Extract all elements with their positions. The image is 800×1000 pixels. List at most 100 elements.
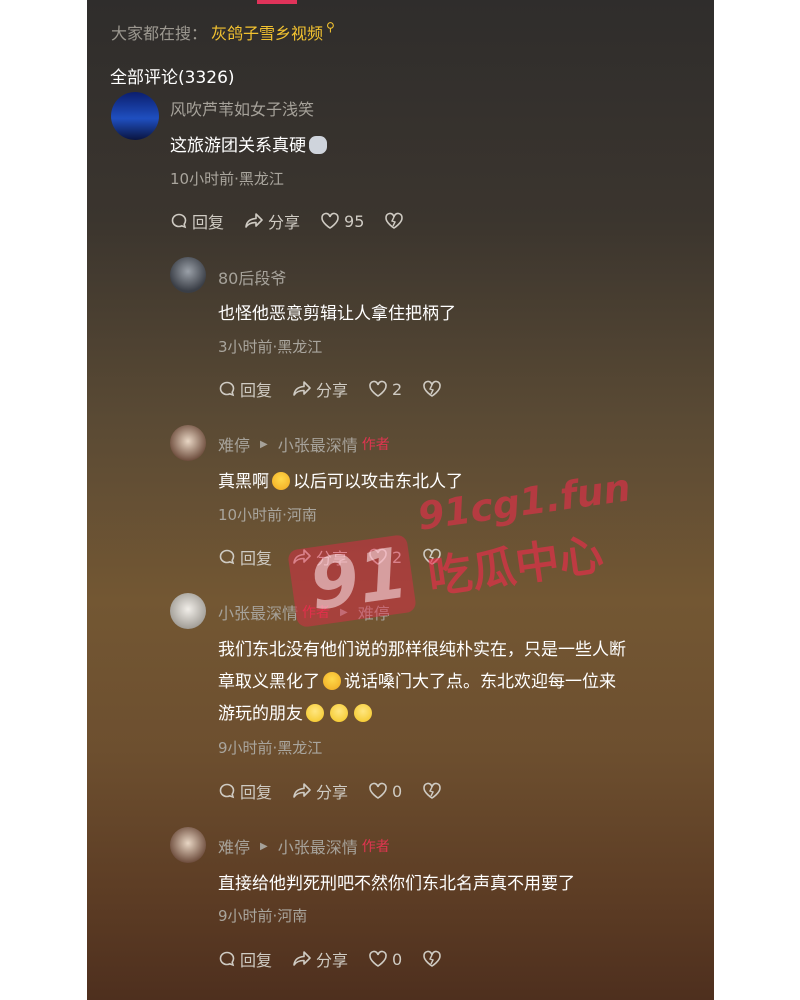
- dislike-button[interactable]: [422, 782, 446, 800]
- comment-text: 真黑啊 以后可以攻击东北人了: [218, 466, 698, 498]
- comment-text: 直接给他判死刑吧不然你们东北名声真不用要了: [218, 874, 575, 894]
- like-count: 95: [344, 211, 365, 231]
- author-name: 难停: [218, 838, 251, 857]
- comment-actions: 回复 分享 0: [218, 779, 466, 803]
- cat-emoji-icon: [309, 136, 327, 154]
- comment-author[interactable]: 难停 ▶ 小张最深情 作者: [218, 834, 390, 858]
- comment-body-part: 章取义黑化了: [218, 672, 320, 692]
- comment-actions: 回复 分享 2: [218, 545, 466, 569]
- comment-author[interactable]: 难停 ▶ 小张最深情 作者: [218, 432, 390, 456]
- comment-author[interactable]: 80后段爷: [218, 265, 286, 289]
- top-indicator: [257, 0, 297, 4]
- comment-line: 章取义黑化了 说话嗓门大了点。东北欢迎每一位来: [218, 666, 698, 698]
- like-count: 0: [392, 781, 403, 801]
- dislike-button[interactable]: [422, 548, 446, 566]
- search-keyword[interactable]: 灰鸽子雪乡视频: [211, 20, 323, 44]
- share-icon: [293, 549, 311, 564]
- share-icon: [293, 951, 311, 966]
- comment-meta: 10小时前·黑龙江: [170, 170, 284, 188]
- author-name: 难停: [218, 436, 251, 455]
- laughing-emoji-icon: [272, 472, 290, 490]
- search-suggestion[interactable]: 大家都在搜： 灰鸽子雪乡视频 ⚲: [111, 20, 335, 44]
- author-tag: 作者: [361, 839, 390, 855]
- search-prefix: 大家都在搜：: [111, 24, 208, 43]
- reply-button[interactable]: 回复: [218, 947, 272, 971]
- comment-author[interactable]: 小张最深情 作者 ▶ 难停: [218, 600, 390, 624]
- dislike-button[interactable]: [422, 380, 446, 398]
- share-label: 分享: [316, 381, 349, 400]
- share-icon: [245, 213, 263, 228]
- comment-actions: 回复 分享 95: [170, 209, 428, 233]
- chick-emoji-icon: [330, 704, 348, 722]
- search-icon: ⚲: [326, 20, 335, 34]
- share-label: 分享: [316, 549, 349, 568]
- reply-button[interactable]: 回复: [218, 779, 272, 803]
- author-name: 风吹芦苇如女子浅笑: [170, 100, 315, 119]
- comments-panel: 大家都在搜： 灰鸽子雪乡视频 ⚲ 全部评论(3326) 风吹芦苇如女子浅笑 这旅…: [87, 0, 714, 1000]
- share-button[interactable]: 分享: [244, 209, 300, 233]
- share-button[interactable]: 分享: [292, 545, 348, 569]
- avatar[interactable]: [170, 827, 206, 863]
- like-button[interactable]: 95: [320, 212, 364, 231]
- broken-heart-icon: [423, 548, 442, 565]
- author-tag: 作者: [361, 437, 390, 453]
- comment-line: 游玩的朋友: [218, 698, 698, 730]
- share-icon: [293, 783, 311, 798]
- comment-meta: 9小时前·河南: [218, 907, 308, 925]
- laughing-emoji-icon: [323, 672, 341, 690]
- share-button[interactable]: 分享: [292, 947, 348, 971]
- comment-body-part: 以后可以攻击东北人了: [293, 472, 463, 492]
- reply-icon: [219, 381, 235, 397]
- comment-author[interactable]: 风吹芦苇如女子浅笑: [170, 96, 314, 120]
- comment-actions: 回复 分享 0: [218, 947, 466, 971]
- share-button[interactable]: 分享: [292, 779, 348, 803]
- comment-body-part: 真黑啊: [218, 472, 269, 492]
- comment-body-part: 游玩的朋友: [218, 704, 303, 724]
- heart-icon: [369, 548, 387, 565]
- comment-meta: 9小时前·黑龙江: [218, 739, 323, 757]
- like-button[interactable]: 0: [368, 950, 402, 969]
- comment-body: 这旅游团关系真硬: [170, 136, 306, 156]
- chick-emoji-icon: [354, 704, 372, 722]
- reply-to-name[interactable]: 难停: [358, 600, 390, 624]
- author-tag: 作者: [302, 605, 331, 621]
- reply-button[interactable]: 回复: [218, 545, 272, 569]
- reply-button[interactable]: 回复: [218, 377, 272, 401]
- heart-icon: [369, 950, 387, 967]
- like-count: 2: [392, 547, 403, 567]
- avatar[interactable]: [170, 593, 206, 629]
- share-button[interactable]: 分享: [292, 377, 348, 401]
- like-button[interactable]: 0: [368, 782, 402, 801]
- like-button[interactable]: 2: [368, 380, 402, 399]
- broken-heart-icon: [423, 950, 442, 967]
- reply-to-name[interactable]: 小张最深情: [278, 834, 358, 858]
- heart-icon: [369, 380, 387, 397]
- like-count: 0: [392, 949, 403, 969]
- reply-label: 回复: [240, 381, 273, 400]
- comment-text: 也怪他恶意剪辑让人拿住把柄了: [218, 304, 456, 324]
- reply-arrow-icon: ▶: [260, 840, 268, 852]
- share-icon: [293, 381, 311, 396]
- dislike-button[interactable]: [422, 950, 446, 968]
- reply-to-name[interactable]: 小张最深情: [278, 432, 358, 456]
- like-button[interactable]: 2: [368, 548, 402, 567]
- reply-arrow-icon: ▶: [340, 606, 348, 618]
- avatar[interactable]: [111, 92, 159, 140]
- comment-line: 我们东北没有他们说的那样很纯朴实在，只是一些人断: [218, 640, 626, 660]
- heart-icon: [321, 212, 339, 229]
- dislike-button[interactable]: [384, 212, 408, 230]
- comment-actions: 回复 分享 2: [218, 377, 466, 401]
- comment-meta: 10小时前·河南: [218, 506, 317, 524]
- reply-label: 回复: [240, 783, 273, 802]
- reply-icon: [219, 783, 235, 799]
- broken-heart-icon: [385, 212, 404, 229]
- reply-icon: [219, 549, 235, 565]
- share-label: 分享: [316, 951, 349, 970]
- reply-button[interactable]: 回复: [170, 209, 224, 233]
- comment-text: 这旅游团关系真硬: [170, 130, 650, 162]
- reply-label: 回复: [240, 951, 273, 970]
- avatar[interactable]: [170, 425, 206, 461]
- avatar[interactable]: [170, 257, 206, 293]
- comments-count-title: 全部评论(3326): [110, 68, 235, 88]
- broken-heart-icon: [423, 380, 442, 397]
